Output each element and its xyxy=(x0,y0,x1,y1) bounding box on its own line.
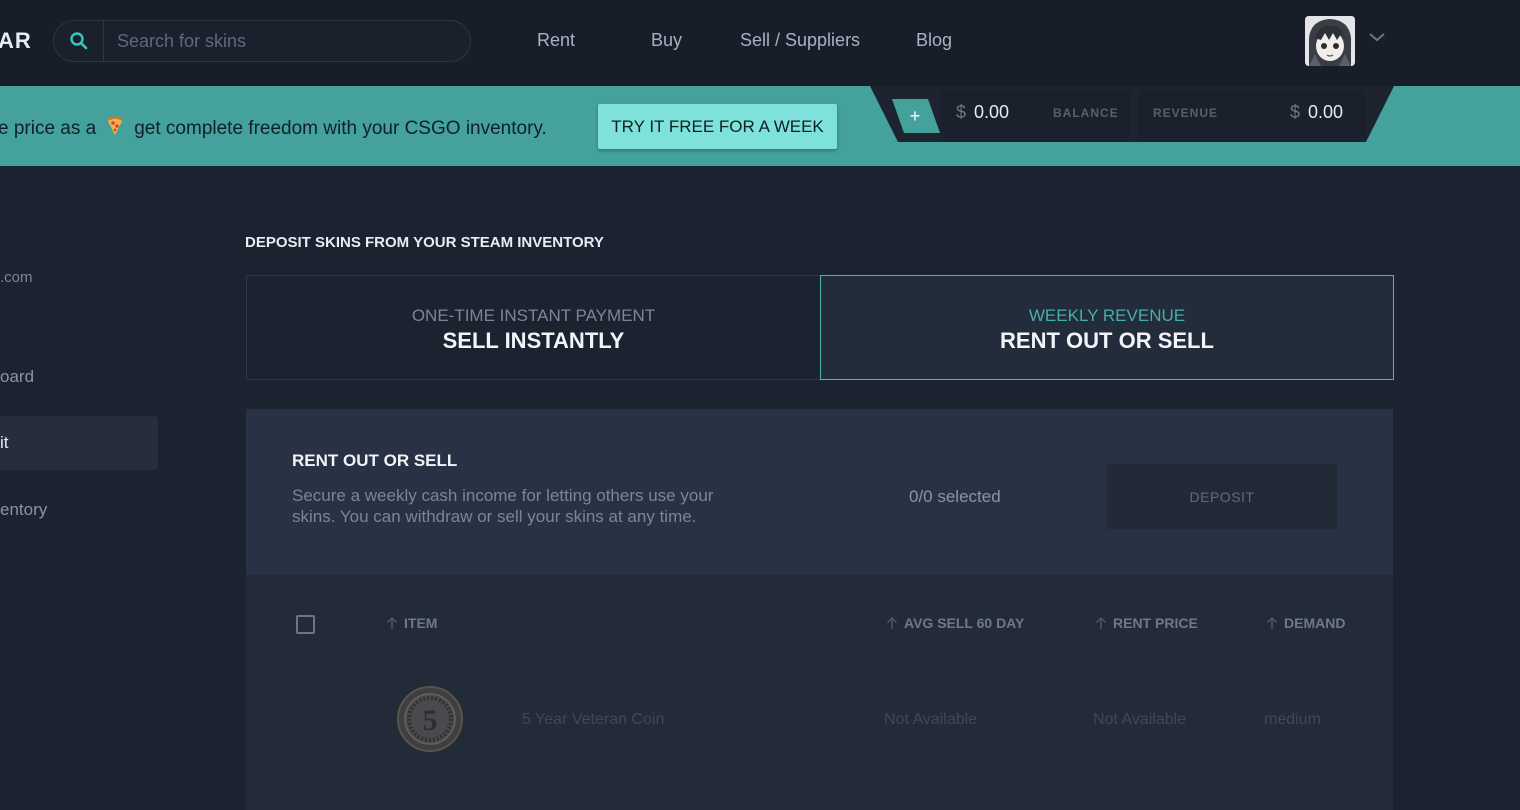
balance-label: BALANCE xyxy=(1053,106,1119,120)
sidebar-item-deposit-label: it xyxy=(0,433,9,452)
revenue-value: 0.00 xyxy=(1308,102,1344,122)
site-logo[interactable]: AR xyxy=(0,28,32,54)
promo-text-before: e price as a xyxy=(0,118,97,139)
panel-description: Secure a weekly cash income for letting … xyxy=(292,486,714,526)
column-avg-sell-label: AVG SELL 60 DAY xyxy=(904,615,1025,631)
top-header: AR Rent Buy Sell / Suppliers Blog xyxy=(0,0,1520,86)
revenue-amount: $0.00 xyxy=(1290,102,1343,123)
try-free-button[interactable]: TRY IT FREE FOR A WEEK xyxy=(598,104,837,149)
nav-rent[interactable]: Rent xyxy=(537,30,575,51)
sidebar-item-deposit[interactable]: it xyxy=(0,416,158,470)
search-bar[interactable] xyxy=(53,20,471,62)
sidebar-item-inventory[interactable]: entory xyxy=(0,500,47,520)
search-icon[interactable] xyxy=(54,21,104,61)
column-item-label: ITEM xyxy=(404,615,438,631)
panel-title: RENT OUT OR SELL xyxy=(292,451,458,470)
option-sell-instantly[interactable]: ONE-TIME INSTANT PAYMENT SELL INSTANTLY xyxy=(246,275,820,380)
row-item-name: 5 Year Veteran Coin xyxy=(522,711,665,728)
balance-amount: $0.00 xyxy=(956,102,1009,123)
deposit-button[interactable]: DEPOSIT xyxy=(1107,464,1337,529)
nav-buy[interactable]: Buy xyxy=(651,30,682,51)
promo-text: e price as a get complete freedom with yo… xyxy=(0,115,547,143)
pizza-icon xyxy=(104,115,126,143)
sort-arrow-icon xyxy=(886,616,898,629)
option-sell-instantly-sub: ONE-TIME INSTANT PAYMENT xyxy=(411,306,656,325)
coin-glyph: 5 xyxy=(423,704,438,737)
add-funds-label: + xyxy=(910,106,921,126)
sidebar-user-email: .com xyxy=(0,269,33,286)
column-demand[interactable]: DEMAND xyxy=(1266,615,1345,631)
column-rent-price[interactable]: RENT PRICE xyxy=(1095,615,1198,631)
veteran-coin-icon: 5 xyxy=(397,686,463,752)
option-rent-out-title: RENT OUT OR SELL xyxy=(1000,328,1214,353)
sort-arrow-icon xyxy=(386,616,398,629)
column-demand-label: DEMAND xyxy=(1284,615,1346,631)
user-avatar[interactable] xyxy=(1305,16,1355,66)
revenue-label: REVENUE xyxy=(1153,106,1219,120)
inventory-table: ITEM AVG SELL 60 DAY RENT PRICE DEMAND 5… xyxy=(246,575,1393,810)
nav-sell-suppliers[interactable]: Sell / Suppliers xyxy=(740,30,860,51)
search-input[interactable] xyxy=(117,21,457,61)
option-rent-out-sub: WEEKLY REVENUE xyxy=(1028,306,1186,325)
column-rent-price-label: RENT PRICE xyxy=(1113,615,1198,631)
selected-count: 0/0 selected xyxy=(909,487,1001,506)
option-sell-instantly-title: SELL INSTANTLY xyxy=(442,328,625,353)
sort-arrow-icon xyxy=(1266,616,1278,629)
balance-value: 0.00 xyxy=(974,102,1010,122)
section-title: DEPOSIT SKINS FROM YOUR STEAM INVENTORY xyxy=(245,234,604,251)
row-rent-price: Not Available xyxy=(1093,711,1187,728)
column-item[interactable]: ITEM xyxy=(386,615,437,631)
sort-arrow-icon xyxy=(1095,616,1107,629)
balance-currency: $ xyxy=(956,102,967,122)
deposit-panel: RENT OUT OR SELL Secure a weekly cash in… xyxy=(246,409,1393,575)
add-funds-button[interactable]: + xyxy=(892,99,940,133)
row-avg-sell: Not Available xyxy=(884,711,978,728)
row-demand: medium xyxy=(1264,711,1321,728)
option-rent-out-or-sell[interactable]: WEEKLY REVENUE RENT OUT OR SELL xyxy=(820,275,1394,380)
select-all-checkbox[interactable] xyxy=(296,615,315,634)
chevron-down-icon[interactable] xyxy=(1368,30,1386,48)
promo-text-after: get complete freedom with your CSGO inve… xyxy=(134,118,547,139)
nav-blog[interactable]: Blog xyxy=(916,30,952,51)
column-avg-sell[interactable]: AVG SELL 60 DAY xyxy=(886,615,1024,631)
revenue-currency: $ xyxy=(1290,102,1301,122)
sidebar-item-dashboard[interactable]: oard xyxy=(0,367,34,387)
